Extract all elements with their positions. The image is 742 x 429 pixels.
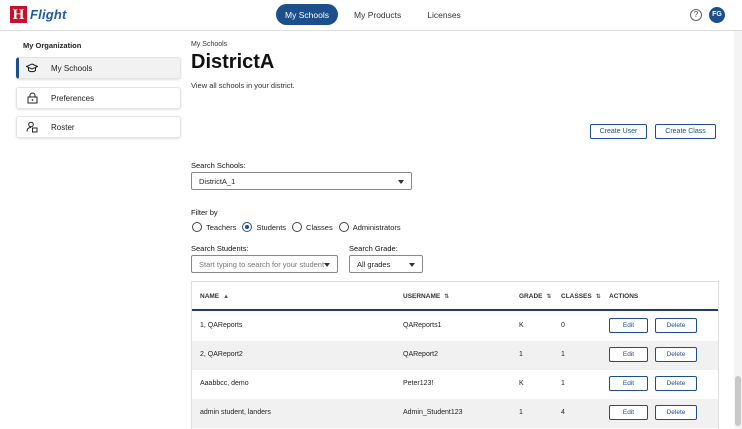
breadcrumb[interactable]: My Schools [191,41,227,48]
column-header-actions: ACTIONS [609,293,639,300]
delete-button[interactable]: Delete [655,347,697,362]
delete-button[interactable]: Delete [655,376,697,391]
cell-classes: 4 [561,409,565,416]
column-header-name[interactable]: NAME ▲ [200,293,229,300]
sidebar-item-my-schools[interactable]: My Schools [16,57,181,79]
delete-button[interactable]: Delete [655,318,697,333]
cell-name: Aaabbcc, demo [200,380,249,387]
filter-radio-group: Teachers Students Classes Administrators [192,222,407,232]
radio-button[interactable] [192,222,202,232]
table-row: 1, QAReports QAReports1 K 0 Edit Delete [192,312,718,341]
filter-classes[interactable]: Classes [292,222,333,232]
nav-licenses[interactable]: Licenses [415,4,473,25]
cell-username: Admin_Student123 [403,409,463,416]
filter-teachers[interactable]: Teachers [192,222,236,232]
filter-label: Filter by [191,208,218,217]
sidebar-item-label: Preferences [51,93,95,103]
chevron-down-icon [324,263,330,267]
radio-button[interactable] [242,222,253,232]
sidebar-item-label: My Schools [51,63,93,73]
create-class-button[interactable]: Create Class [655,124,716,139]
sidebar-item-preferences[interactable]: Preferences [16,87,181,109]
radio-button[interactable] [292,222,303,232]
search-grade-select[interactable]: All grades [349,255,423,273]
table-header: NAME ▲ USERNAME ⇅ GRADE ⇅ CLASSES ⇅ ACTIONS [192,282,718,311]
column-header-grade[interactable]: GRADE ⇅ [519,293,552,300]
edit-button[interactable]: Edit [609,376,648,391]
cell-username: QAReports1 [403,322,442,329]
page-subtitle: View all schools in your district. [191,81,295,90]
column-header-classes[interactable]: CLASSES ⇅ [561,293,601,300]
cell-classes: 1 [561,380,565,387]
cell-grade: K [519,322,524,329]
edit-button[interactable]: Edit [609,347,648,362]
cell-grade: 1 [519,409,523,416]
lock-icon [26,92,38,104]
scrollbar-thumb[interactable] [735,376,741,426]
cell-name: 2, QAReport2 [200,351,243,358]
flight-logo[interactable]: H Flight [10,6,67,23]
chevron-down-icon [409,263,415,267]
filter-administrators-label: Administrators [352,222,401,232]
search-grade-label: Search Grade: [349,244,398,253]
sort-asc-icon: ▲ [223,293,230,300]
main-nav: My Schools My Products Licenses [276,4,475,25]
sort-icon: ⇅ [444,294,450,300]
search-students-placeholder: Start typing to search for your student [199,259,325,269]
top-bar: H Flight My Schools My Products Licenses… [0,0,742,31]
radio-button[interactable] [338,222,349,232]
cell-grade: 1 [519,351,523,358]
filter-students[interactable]: Students [242,222,286,232]
edit-button[interactable]: Edit [609,318,648,333]
logo-mark: H [10,6,27,23]
search-students-label: Search Students: [191,244,249,253]
search-grade-value: All grades [357,259,391,269]
create-user-button[interactable]: Create User [590,124,647,139]
search-students-input[interactable]: Start typing to search for your student [191,255,338,273]
graduation-cap-icon [26,62,38,74]
cell-grade: K [519,380,524,387]
column-header-username[interactable]: USERNAME ⇅ [403,293,449,300]
cell-name: 1, QAReports [200,322,243,329]
cell-username: QAReport2 [403,351,439,358]
search-schools-label: Search Schools: [191,161,246,170]
filter-administrators[interactable]: Administrators [338,222,401,232]
page-scrollbar[interactable] [734,31,742,429]
avatar[interactable]: FG [709,7,725,23]
filter-students-label: Students [256,222,287,232]
cell-classes: 0 [561,322,565,329]
cell-username: Peter123! [403,380,434,387]
chevron-down-icon [398,180,404,184]
table-row: 2, QAReport2 QAReport2 1 1 Edit Delete [192,341,718,370]
students-table: NAME ▲ USERNAME ⇅ GRADE ⇅ CLASSES ⇅ ACTIONS … [191,281,719,429]
filter-classes-label: Classes [306,222,333,232]
logo-text: Flight [30,7,67,22]
search-schools-select[interactable]: DistrictA_1 [191,172,412,190]
table-row: admin student, landers Admin_Student123 … [192,399,718,428]
roster-icon [26,121,38,133]
filter-teachers-label: Teachers [206,222,237,232]
sort-icon: ⇅ [546,294,552,300]
nav-my-products[interactable]: My Products [342,4,413,25]
table-row: Aaabbcc, demo Peter123! K 1 Edit Delete [192,370,718,399]
sidebar-item-label: Roster [51,122,75,132]
help-icon[interactable]: ? [690,9,702,21]
sidebar-title: My Organization [23,41,82,50]
search-schools-value: DistrictA_1 [199,176,236,186]
sidebar-item-roster[interactable]: Roster [16,116,181,138]
edit-button[interactable]: Edit [609,405,648,420]
cell-name: admin student, landers [200,409,271,416]
sort-icon: ⇅ [595,294,601,300]
page-title: DistrictA [191,51,275,73]
delete-button[interactable]: Delete [655,405,697,420]
nav-my-schools[interactable]: My Schools [276,4,338,25]
cell-classes: 1 [561,351,565,358]
